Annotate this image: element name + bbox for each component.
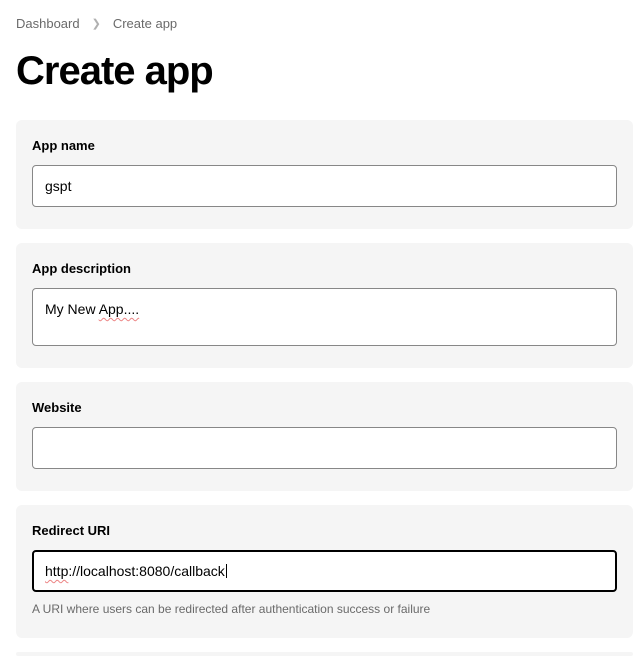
app-name-input[interactable] <box>32 165 617 207</box>
breadcrumb-dashboard-link[interactable]: Dashboard <box>16 16 80 31</box>
section-app-name: App name <box>16 120 633 229</box>
section-next-cutoff <box>16 652 633 656</box>
website-input[interactable] <box>32 427 617 469</box>
website-label: Website <box>32 400 617 415</box>
text-caret-icon <box>226 564 227 578</box>
section-website: Website <box>16 382 633 491</box>
section-app-description: App description My New App.... <box>16 243 633 368</box>
page-title: Create app <box>16 49 633 94</box>
redirect-uri-label: Redirect URI <box>32 523 617 538</box>
chevron-right-icon: ❯ <box>92 17 101 30</box>
breadcrumb-current: Create app <box>113 16 177 31</box>
app-name-label: App name <box>32 138 617 153</box>
redirect-uri-input[interactable]: http://localhost:8080/callback <box>32 550 617 592</box>
redirect-uri-rest: ://localhost:8080/callback <box>68 563 224 579</box>
breadcrumb: Dashboard ❯ Create app <box>16 12 633 49</box>
app-description-input[interactable]: My New App.... <box>32 288 617 346</box>
app-description-label: App description <box>32 261 617 276</box>
redirect-uri-help-text: A URI where users can be redirected afte… <box>32 602 617 616</box>
app-description-text-spellcheck: App.... <box>99 301 139 317</box>
section-redirect-uri: Redirect URI http://localhost:8080/callb… <box>16 505 633 638</box>
redirect-uri-scheme: http <box>45 563 68 579</box>
app-description-text-plain: My New <box>45 301 99 317</box>
